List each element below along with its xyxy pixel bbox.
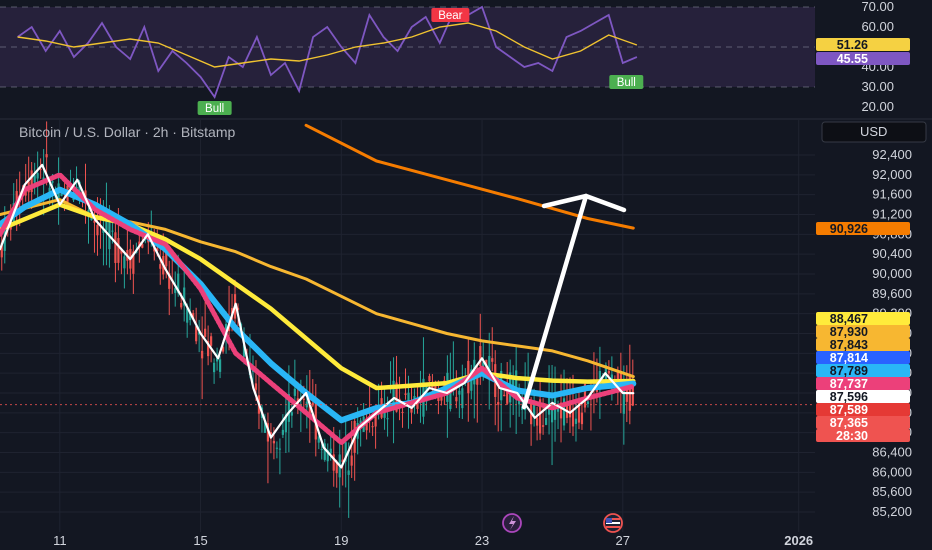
candle-body (302, 398, 305, 400)
candle-body (117, 238, 120, 263)
candle-body (293, 388, 296, 396)
candle-body (201, 350, 204, 359)
currency-label: USD (860, 124, 887, 139)
rsi-tick-label: 70.00 (861, 0, 894, 14)
price-tick-label: 89,600 (872, 286, 912, 301)
price-tick-label: 85,200 (872, 504, 912, 519)
price-tag-label: 28:30 (836, 429, 868, 443)
candle-body (290, 412, 293, 416)
candle-body (503, 394, 506, 397)
price-tag-label: 87,843 (830, 338, 868, 352)
price-tick-label: 91,200 (872, 207, 912, 222)
candle-body (180, 302, 183, 308)
candle-body (491, 358, 494, 362)
candle-body (123, 256, 126, 269)
us-flag-event-icon[interactable] (603, 513, 623, 533)
candle-body (607, 370, 610, 374)
time-tick-label: 15 (193, 533, 207, 548)
price-tag-label: 87,814 (830, 351, 868, 365)
candle-body (329, 448, 332, 454)
rsi-signal-bear[interactable]: Bear (431, 8, 470, 22)
candle-body (574, 418, 578, 424)
candle-body (204, 328, 207, 337)
candle-body (401, 411, 404, 413)
candle-body (51, 181, 54, 183)
candle-body (455, 397, 458, 402)
candle-body (580, 412, 584, 425)
price-tag-label: 87,737 (830, 377, 868, 391)
candle-body (278, 448, 281, 450)
price-tick-label: 91,600 (872, 187, 912, 202)
candle-body (281, 429, 284, 435)
candle-body (404, 393, 407, 395)
candle-body (254, 383, 258, 390)
candle-body (210, 336, 213, 346)
price-tag-label: 87,365 (830, 416, 868, 430)
candle-body (571, 410, 575, 427)
candle-body (386, 418, 389, 420)
candle-body (320, 449, 323, 451)
rsi-value-tag-label: 45.55 (837, 52, 868, 66)
candle-body (45, 154, 48, 158)
signal-label: Bull (205, 103, 224, 115)
candle-body (497, 402, 500, 405)
candle-body (350, 455, 353, 466)
chart-stage: BullBullBullBearBull 70.0060.0050.0040.0… (0, 0, 932, 550)
rsi-tick-label: 60.00 (861, 19, 894, 34)
candle-body (371, 426, 374, 428)
candle-body (347, 470, 350, 475)
candle-body (461, 388, 464, 409)
price-tag-label: 87,930 (830, 325, 868, 339)
price-tick-label: 92,000 (872, 167, 912, 182)
price-tick-label: 90,000 (872, 266, 912, 281)
candle-body (33, 175, 36, 183)
rsi-value-tags: 51.2645.55 (816, 38, 910, 66)
price-tick-label: 86,400 (872, 445, 912, 460)
candle-body (544, 418, 548, 425)
rsi-signal-bull[interactable]: Bull (197, 101, 232, 115)
candle-body (536, 417, 539, 426)
currency-button[interactable]: USD (821, 121, 927, 143)
candle-body (96, 224, 99, 236)
signal-label: Bull (617, 77, 636, 89)
price-tag-label: 88,467 (830, 312, 868, 326)
rsi-value-tag-label: 51.26 (837, 38, 868, 52)
candle-body (218, 359, 222, 372)
price-tick-label: 92,400 (872, 147, 912, 162)
candle-body (36, 173, 39, 179)
candle-body (159, 264, 162, 269)
price-tag-label: 87,789 (830, 364, 868, 378)
price-tag-label: 87,596 (830, 390, 868, 404)
candle-body (458, 390, 461, 395)
time-tick-label: 19 (334, 533, 348, 548)
lightning-icon[interactable] (502, 513, 522, 533)
candle-body (428, 376, 431, 382)
time-tick-label: 11 (53, 533, 67, 548)
price-tick-label: 85,600 (872, 484, 912, 499)
time-tick-label: 23 (475, 533, 489, 548)
price-tag-label: 87,589 (830, 403, 868, 417)
rsi-tick-label: 20.00 (861, 99, 894, 114)
rsi-signal-bull[interactable]: Bull (609, 75, 644, 89)
candle-body (541, 425, 545, 427)
symbol-title[interactable]: Bitcoin / U.S. Dollar · 2h · Bitstamp (19, 124, 236, 140)
time-tick-label: 2026 (784, 533, 813, 548)
price-tick-label: 90,400 (872, 246, 912, 261)
signal-label: Bear (438, 10, 462, 22)
rsi-tick-label: 30.00 (861, 79, 894, 94)
candle-body (272, 440, 276, 444)
candle-body (213, 362, 216, 373)
time-tick-label: 27 (616, 533, 630, 548)
candle-body (311, 402, 314, 406)
price-tag-label: 90,926 (830, 222, 868, 236)
candle-body (586, 401, 590, 405)
candle-body (275, 447, 279, 449)
candle-body (114, 232, 117, 263)
candle-body (111, 230, 114, 232)
price-tick-label: 86,000 (872, 464, 912, 479)
